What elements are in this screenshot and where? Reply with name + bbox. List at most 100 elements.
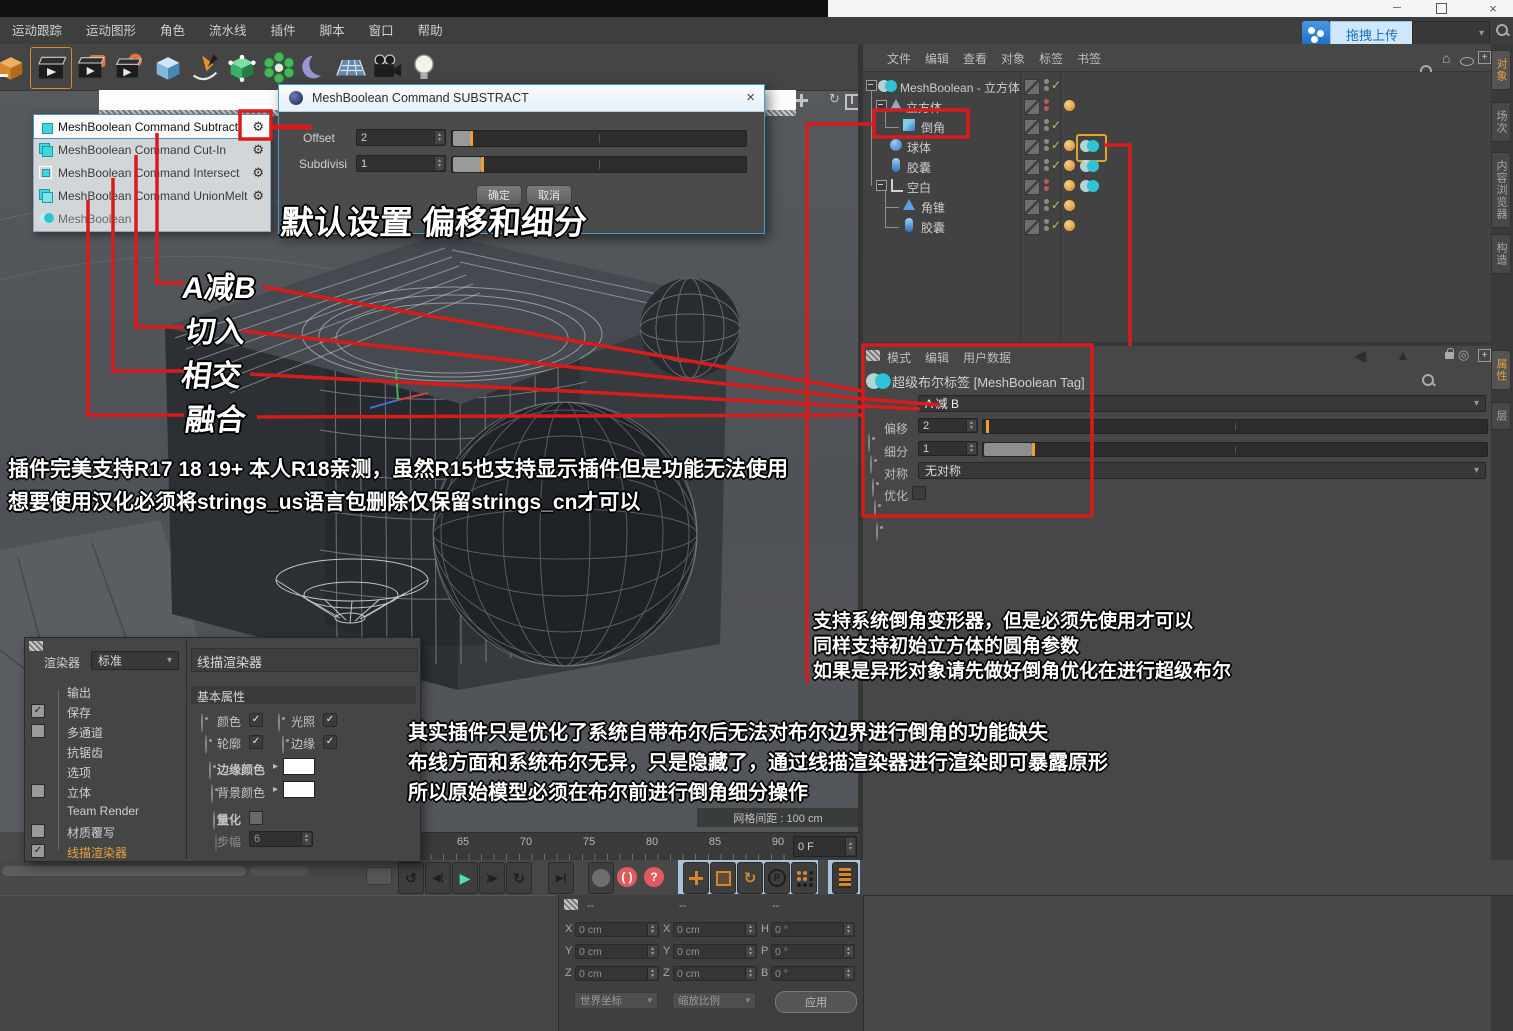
goto-end-icon[interactable]: ▶| — [548, 862, 574, 894]
scale-mode-select[interactable]: 缩放比例 — [672, 992, 756, 1009]
subdivision-surface-icon[interactable] — [222, 47, 262, 87]
spinner-icon[interactable] — [647, 946, 657, 957]
rs-item-output[interactable]: 输出 — [67, 684, 91, 701]
pos-y-input[interactable]: 0 cm — [575, 944, 659, 959]
illum-checkbox[interactable] — [323, 713, 337, 727]
background-color-swatch[interactable] — [283, 781, 315, 798]
rs-item-cel-renderer[interactable]: 线描渲染器 — [67, 844, 127, 861]
offset-param-input[interactable]: 2 — [918, 418, 978, 433]
phong-tag-icon[interactable] — [1064, 100, 1075, 111]
enabled-check-icon[interactable] — [1051, 118, 1061, 132]
tree-item-meshboolean[interactable]: MeshBoolean - 立方体 — [900, 79, 1020, 96]
enabled-check-icon[interactable] — [1051, 158, 1061, 172]
timeline-scroll-handle[interactable] — [250, 866, 308, 876]
rot-h-input[interactable]: 0 ° — [771, 922, 855, 937]
om-home-icon[interactable]: ⌂ — [1442, 50, 1450, 66]
tab-objects[interactable]: 对象 — [1491, 50, 1511, 90]
om-menu-file[interactable]: 文件 — [887, 50, 911, 67]
scale-z-input[interactable]: 0 cm — [673, 966, 757, 981]
array-generator-icon[interactable] — [259, 47, 299, 87]
rs-item-antialias[interactable]: 抗锯齿 — [67, 744, 103, 761]
tree-item-sphere[interactable]: 球体 — [907, 139, 931, 156]
phong-tag-icon[interactable] — [1064, 200, 1075, 211]
spinner-icon[interactable] — [966, 420, 976, 431]
tab-structure[interactable]: 构造 — [1491, 234, 1511, 274]
spinner-icon[interactable] — [845, 838, 855, 855]
undo-cube-icon[interactable] — [0, 47, 28, 87]
spinner-icon[interactable] — [647, 968, 657, 979]
previous-key-icon[interactable]: ◀( — [425, 862, 451, 894]
filmstrip-icon[interactable] — [832, 862, 858, 894]
rs-item-teamrender[interactable]: Team Render — [67, 804, 139, 818]
param-radio-icon[interactable] — [876, 522, 878, 541]
subdivision-slider[interactable] — [451, 156, 747, 173]
rs-item-stereo[interactable]: 立体 — [67, 784, 91, 801]
layer-box[interactable] — [1024, 219, 1040, 235]
tab-layers[interactable]: 层 — [1491, 402, 1511, 430]
tree-item-bevel[interactable]: 倒角 — [921, 119, 945, 136]
spinner-icon[interactable] — [647, 924, 657, 935]
rs-item-multipass[interactable]: 多通道 — [67, 724, 103, 741]
render-view-button[interactable] — [588, 862, 614, 894]
am-forward-icon[interactable]: ▲ — [1396, 347, 1410, 363]
color-checkbox[interactable] — [249, 713, 263, 727]
offset-slider[interactable] — [451, 130, 747, 147]
spinner-icon[interactable] — [843, 968, 853, 979]
om-menu-edit[interactable]: 编辑 — [925, 50, 949, 67]
close-icon[interactable]: × — [1478, 1, 1508, 16]
loop-icon[interactable]: ↻ — [506, 862, 532, 894]
spinner-icon[interactable] — [843, 924, 853, 935]
rs-cel-checkbox[interactable] — [31, 844, 45, 858]
offset-input[interactable]: 2 — [356, 129, 446, 146]
spinner-icon[interactable] — [966, 443, 976, 454]
arrow-icon[interactable]: ▸ — [273, 784, 278, 795]
om-add-icon[interactable]: + — [1478, 51, 1491, 64]
coordinates-tool-icon[interactable]: P — [764, 862, 790, 894]
scale-tool-icon[interactable] — [710, 862, 736, 894]
rs-save-checkbox[interactable] — [31, 704, 45, 718]
renderer-select[interactable]: 标准 — [91, 651, 179, 670]
enabled-check-icon[interactable] — [1051, 198, 1061, 212]
menu-pipeline[interactable]: 流水线 — [199, 18, 257, 44]
pos-x-input[interactable]: 0 cm — [575, 922, 659, 937]
quantize-checkbox[interactable] — [249, 811, 263, 825]
am-menu-mode[interactable]: 模式 — [887, 349, 911, 366]
subdivision-param-slider[interactable] — [982, 442, 1488, 457]
spinner-icon[interactable] — [745, 946, 755, 957]
spinner-icon[interactable] — [843, 946, 853, 957]
world-coords-select[interactable]: 世界坐标 — [574, 992, 658, 1009]
expander-icon[interactable] — [876, 180, 887, 191]
play-backwards-icon[interactable]: ↺ — [398, 862, 424, 894]
rs-item-override[interactable]: 材质覆写 — [67, 824, 115, 841]
tree-item-cube[interactable]: 立方体 — [906, 99, 942, 116]
render-settings-tool-icon[interactable] — [110, 47, 150, 87]
om-menu-bookmark[interactable]: 书签 — [1077, 50, 1101, 67]
om-menu-tag[interactable]: 标签 — [1039, 50, 1063, 67]
bend-deformer-icon[interactable] — [295, 47, 335, 87]
meshboolean-tag-icon[interactable] — [1080, 159, 1100, 174]
layer-box[interactable] — [1024, 139, 1040, 155]
phong-tag-icon[interactable] — [1064, 220, 1075, 231]
edge-color-swatch[interactable] — [283, 758, 315, 775]
spinner-icon[interactable] — [745, 968, 755, 979]
om-menu-view[interactable]: 查看 — [963, 50, 987, 67]
gear-icon[interactable] — [252, 142, 264, 158]
rs-multipass-checkbox[interactable] — [31, 724, 45, 738]
menu-motion-tracker[interactable]: 运动跟踪 — [2, 18, 72, 44]
outline-checkbox[interactable] — [249, 735, 263, 749]
menu-script[interactable]: 脚本 — [310, 18, 355, 44]
play-icon[interactable]: ▶ — [452, 862, 478, 894]
symmetry-select[interactable]: 无对称 — [918, 462, 1486, 479]
pan-view-icon[interactable] — [795, 94, 808, 107]
spinner-icon[interactable] — [434, 157, 444, 170]
tree-item-capsule[interactable]: 胶囊 — [907, 159, 931, 176]
pos-z-input[interactable]: 0 cm — [575, 966, 659, 981]
rs-stereo-checkbox[interactable] — [31, 784, 45, 798]
timeline-ruler[interactable]: 65 70 75 80 85 90 0 F — [418, 832, 860, 861]
optimize-checkbox[interactable] — [912, 486, 926, 500]
menu-item-meshboolean[interactable]: MeshBoolean — [34, 207, 270, 230]
spinner-icon[interactable] — [434, 131, 444, 144]
material-manager[interactable] — [0, 895, 557, 1031]
render-settings-button[interactable]: ? — [642, 862, 666, 892]
next-key-icon[interactable]: )▶ — [479, 862, 505, 894]
